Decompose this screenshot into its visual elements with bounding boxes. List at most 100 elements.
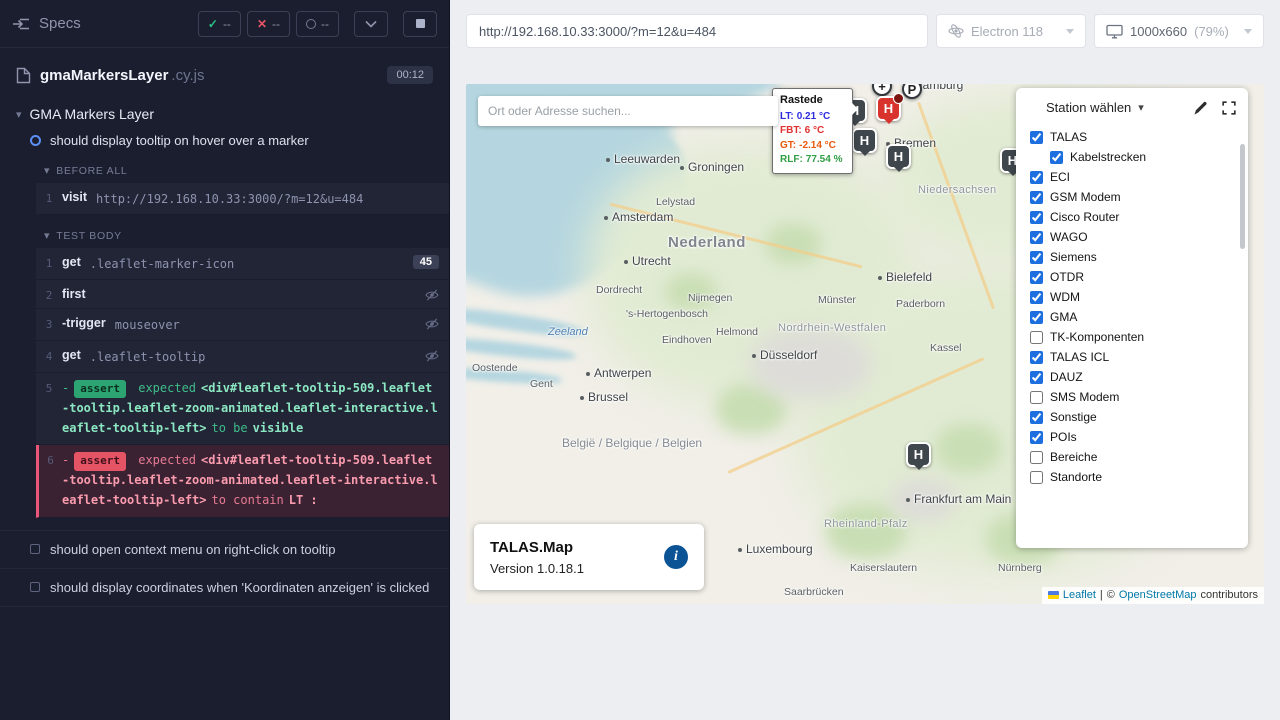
station-checkbox[interactable]	[1030, 171, 1043, 184]
station-checkbox[interactable]	[1030, 291, 1043, 304]
scrollbar-thumb[interactable]	[1240, 144, 1245, 249]
command-row-get-marker[interactable]: 1 get .leaflet-marker-icon 45	[36, 248, 449, 280]
station-filter-item[interactable]: Kabelstrecken	[1050, 147, 1240, 167]
plus-marker-icon[interactable]: +	[872, 84, 892, 96]
running-test-icon	[30, 135, 41, 146]
edit-pencil-icon[interactable]	[1194, 101, 1208, 115]
station-filter-item[interactable]: ECI	[1030, 167, 1240, 187]
assert-connector: to be	[212, 421, 248, 435]
parking-marker-icon[interactable]: P	[902, 84, 922, 99]
station-marker-icon[interactable]: H	[906, 442, 931, 467]
leaflet-link[interactable]: Leaflet	[1063, 589, 1096, 601]
suite-row[interactable]: ▾ GMA Markers Layer	[0, 96, 449, 128]
station-filter-item[interactable]: TALAS	[1030, 127, 1240, 147]
station-checkbox[interactable]	[1030, 331, 1043, 344]
station-checkbox[interactable]	[1050, 151, 1063, 164]
browser-selector[interactable]: Electron 118	[936, 14, 1086, 48]
hidden-eye-icon	[425, 318, 439, 330]
openstreetmap-link[interactable]: OpenStreetMap	[1119, 589, 1197, 601]
station-filter-item[interactable]: Standorte	[1030, 467, 1240, 487]
station-checkbox[interactable]	[1030, 311, 1043, 324]
station-filter-item[interactable]: TK-Komponenten	[1030, 327, 1240, 347]
station-checkbox[interactable]	[1030, 451, 1043, 464]
command-number: 1	[36, 189, 62, 205]
station-filter-item[interactable]: TALAS ICL	[1030, 347, 1240, 367]
assert-badge: assert	[74, 452, 126, 470]
electron-browser-icon	[948, 23, 964, 39]
assert-row-visible[interactable]: 5 -assert expected<div#leaflet-tooltip-5…	[36, 373, 449, 445]
station-checkbox[interactable]	[1030, 251, 1043, 264]
tooltip-row: LT:0.21 °C	[780, 110, 845, 125]
spec-file-row[interactable]: gmaMarkersLayer .cy.js 00:12	[0, 48, 449, 96]
station-checkbox[interactable]	[1030, 391, 1043, 404]
station-checkbox[interactable]	[1030, 431, 1043, 444]
station-filter-item[interactable]: Cisco Router	[1030, 207, 1240, 227]
map-place-label: Bielefeld	[878, 270, 932, 284]
station-checkbox[interactable]	[1030, 471, 1043, 484]
pending-test-row[interactable]: should display coordinates when 'Koordin…	[0, 568, 449, 607]
station-checkbox[interactable]	[1030, 371, 1043, 384]
station-filter-item[interactable]: WAGO	[1030, 227, 1240, 247]
active-test-row[interactable]: should display tooltip on hover over a m…	[0, 128, 449, 156]
station-label: TK-Komponenten	[1050, 330, 1144, 344]
station-checkbox[interactable]	[1030, 231, 1043, 244]
station-checkbox[interactable]	[1030, 271, 1043, 284]
marker-tooltip: Rastede LT:0.21 °C FBT:6 °C GT:-2.14 °C …	[772, 88, 853, 174]
station-filter-panel: Station wählen ▾ TALASKabelstreckenECIGS…	[1016, 88, 1248, 548]
command-number: 1	[36, 254, 62, 270]
spec-name: gmaMarkersLayer	[40, 67, 168, 84]
failed-count-pill[interactable]: ✕ --	[247, 11, 290, 37]
command-row-first[interactable]: 2 first	[36, 280, 449, 309]
station-select-dropdown[interactable]: Station wählen ▾	[1046, 100, 1144, 115]
station-checkbox[interactable]	[1030, 191, 1043, 204]
station-marker-icon[interactable]: H	[852, 128, 877, 153]
assert-row-contain-failing[interactable]: 6 -assert expected<div#leaflet-tooltip-5…	[36, 445, 449, 517]
pending-test-row[interactable]: should open context menu on right-click …	[0, 530, 449, 568]
station-checkbox[interactable]	[1030, 351, 1043, 364]
specs-menu-icon[interactable]	[12, 17, 30, 31]
station-label: POIs	[1050, 430, 1077, 444]
station-checkbox[interactable]	[1030, 211, 1043, 224]
command-row-get-tooltip[interactable]: 4 get .leaflet-tooltip	[36, 341, 449, 373]
map-search-box	[478, 96, 778, 126]
station-label: TALAS ICL	[1050, 350, 1109, 364]
map-place-label: Münster	[818, 294, 856, 306]
command-message: http://192.168.10.33:3000/?m=12&u=484	[96, 189, 363, 208]
test-body-label: TEST BODY	[56, 230, 122, 242]
station-marker-icon[interactable]: H	[886, 144, 911, 169]
stats-group: ✓ -- ✕ -- --	[198, 11, 339, 37]
station-filter-item[interactable]: Sonstige	[1030, 407, 1240, 427]
search-input[interactable]	[488, 104, 768, 118]
station-filter-item[interactable]: Bereiche	[1030, 447, 1240, 467]
stop-button[interactable]	[403, 11, 437, 37]
station-filter-item[interactable]: Siemens	[1030, 247, 1240, 267]
info-icon[interactable]: i	[664, 545, 688, 569]
pending-count-pill[interactable]: --	[296, 11, 339, 37]
collapse-tests-button[interactable]	[354, 11, 388, 37]
url-input[interactable]	[466, 14, 928, 48]
map-place-label: Niedersachsen	[918, 184, 997, 196]
test-body-section[interactable]: ▾ TEST BODY	[0, 215, 449, 248]
command-row-visit[interactable]: 1 visit http://192.168.10.33:3000/?m=12&…	[36, 183, 449, 215]
station-checkbox[interactable]	[1030, 411, 1043, 424]
element-count-badge: 45	[413, 255, 439, 269]
fullscreen-expand-icon[interactable]	[1222, 101, 1236, 115]
command-row-trigger[interactable]: 3 -trigger mouseover	[36, 309, 449, 341]
passed-count-pill[interactable]: ✓ --	[198, 11, 241, 37]
station-filter-item[interactable]: SMS Modem	[1030, 387, 1240, 407]
reporter-header: Specs ✓ -- ✕ -- --	[0, 0, 449, 48]
station-filter-item[interactable]: GMA	[1030, 307, 1240, 327]
station-filter-item[interactable]: POIs	[1030, 427, 1240, 447]
station-filter-item[interactable]: OTDR	[1030, 267, 1240, 287]
station-checkbox[interactable]	[1030, 131, 1043, 144]
assert-badge: assert	[74, 380, 126, 398]
station-filter-item[interactable]: DAUZ	[1030, 367, 1240, 387]
before-all-section[interactable]: ▾ BEFORE ALL	[0, 156, 449, 183]
alarm-marker-icon[interactable]: H	[876, 96, 901, 121]
leaflet-map[interactable]: HamburgBremenNiedersachsenGroningenLeeuw…	[466, 84, 1264, 604]
viewport-selector[interactable]: 1000x660 (79%)	[1094, 14, 1264, 48]
station-filter-item[interactable]: WDM	[1030, 287, 1240, 307]
chevron-down-icon	[365, 20, 377, 28]
test-pending-square-icon	[30, 544, 40, 554]
station-filter-item[interactable]: GSM Modem	[1030, 187, 1240, 207]
